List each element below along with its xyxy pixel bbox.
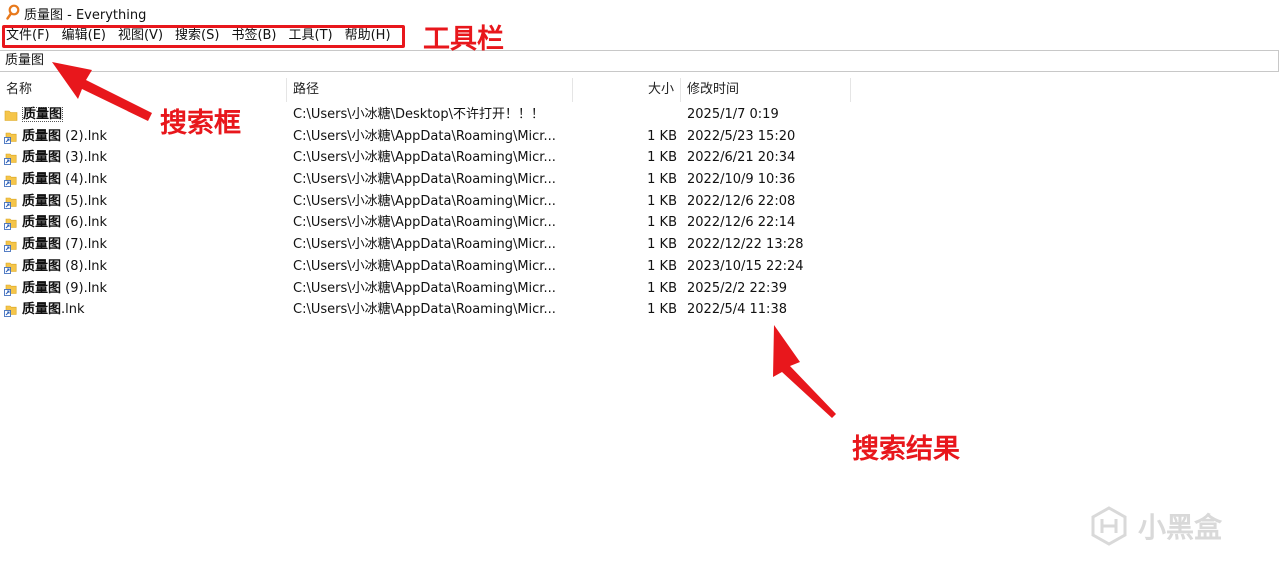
watermark-text: 小黑盒 [1138, 511, 1223, 544]
annotation-arrows [52, 62, 836, 418]
xiaoheihe-logo-icon [1091, 506, 1127, 546]
watermark: 小黑盒 [1088, 505, 1222, 547]
everything-window: 质量图 - Everything 文件(F) 编辑(E) 视图(V) 搜索(S)… [0, 0, 1280, 565]
search-results-arrow-icon [773, 325, 836, 418]
search-box-arrow-icon [52, 62, 152, 121]
